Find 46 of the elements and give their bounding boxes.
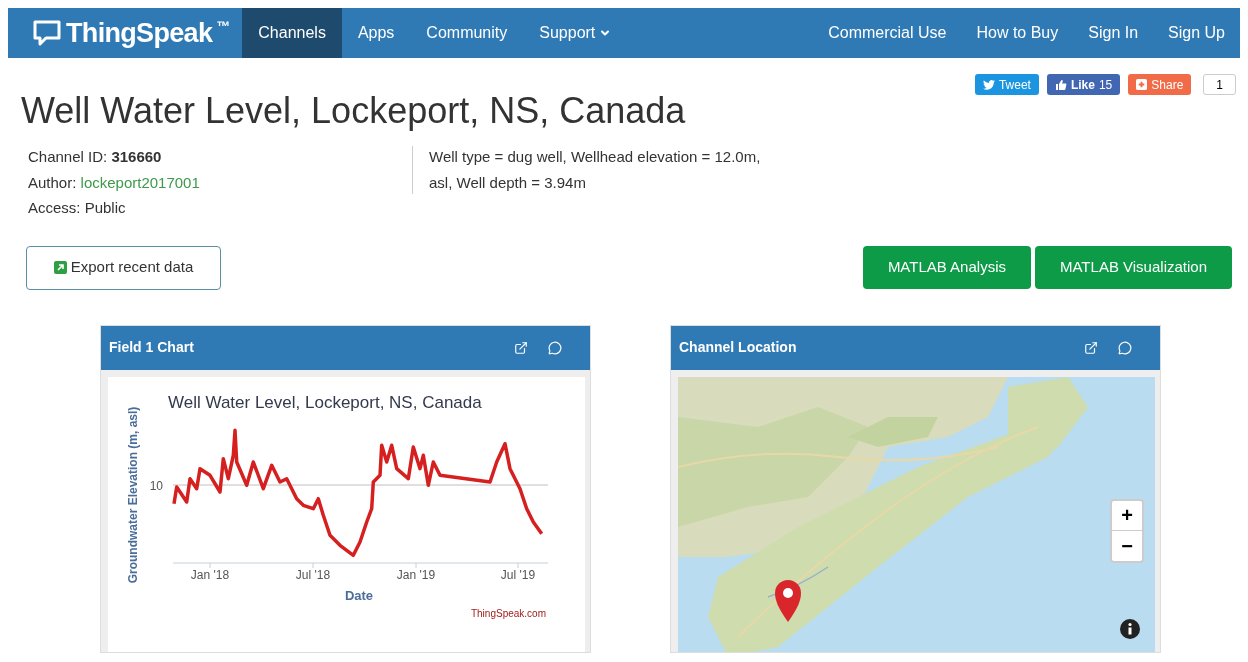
nav-link[interactable]: How to Buy	[961, 8, 1074, 58]
zoom-out-button[interactable]: −	[1112, 530, 1142, 561]
nav-tab[interactable]: Channels	[242, 8, 342, 58]
channel-description: asl, Well depth = 3.94m	[429, 172, 587, 193]
x-tick-label: Jul '18	[295, 567, 331, 582]
x-tick-label: Jan '19	[396, 567, 436, 582]
panel-title: Field 1 Chart	[109, 338, 195, 357]
zoom-in-button[interactable]: +	[1112, 500, 1142, 531]
speech-bubble-icon	[32, 19, 62, 47]
tweet-button[interactable]: Tweet	[974, 74, 1039, 95]
chart-title: Well Water Level, Lockeport, NS, Canada	[168, 392, 482, 412]
matlab-button[interactable]: MATLAB Visualization	[1035, 246, 1232, 289]
x-axis-label: Date	[344, 587, 374, 603]
thumbs-up-icon	[1054, 78, 1067, 91]
bird-icon	[982, 79, 995, 90]
x-tick-label: Jan '18	[190, 567, 230, 582]
channel-description: Well type = dug well, Wellhead elevation = 12.0m,	[429, 147, 761, 167]
channel-id: Channel ID: 316660	[28, 147, 163, 167]
open-window-icon[interactable]	[514, 340, 528, 355]
panel-title: Channel Location	[679, 338, 798, 357]
nav-tab[interactable]: Apps	[341, 8, 411, 58]
author-label: Author: lockeport2017001	[28, 172, 201, 193]
share-count: 1	[1203, 74, 1236, 95]
export-button[interactable]: Export recent data	[26, 245, 221, 290]
page-title: Well Water Level, Lockeport, NS, Canada	[20, 89, 686, 133]
x-tick-label: Jul '19	[500, 567, 536, 582]
plus-square-icon	[1136, 79, 1148, 90]
chart-credit: ThingSpeak.com	[470, 607, 546, 619]
matlab-button[interactable]: MATLAB Analysis	[862, 246, 1031, 289]
open-window-icon[interactable]	[1084, 340, 1098, 355]
author-link[interactable]: lockeport2017001	[80, 173, 200, 191]
access-text: Access: Public	[28, 198, 127, 218]
comment-icon[interactable]	[548, 340, 562, 355]
brand-logo[interactable]: ThingSpeak™	[8, 8, 243, 58]
export-icon	[53, 261, 67, 274]
nav-tab[interactable]: Community	[410, 8, 524, 58]
nav-link[interactable]: Commercial Use	[813, 8, 962, 58]
nav-tab[interactable]: Support	[523, 8, 628, 58]
y-tick-label: 10	[149, 478, 163, 493]
like-button[interactable]: Like 15	[1046, 74, 1121, 95]
info-icon[interactable]	[1120, 618, 1140, 639]
nav-link[interactable]: Sign In	[1073, 8, 1154, 58]
comment-icon[interactable]	[1118, 340, 1132, 355]
share-button[interactable]: Share	[1128, 74, 1192, 95]
y-axis-label: Groundwater Elevation (m, asl)	[126, 406, 140, 583]
nav-link[interactable]: Sign Up	[1153, 8, 1240, 58]
